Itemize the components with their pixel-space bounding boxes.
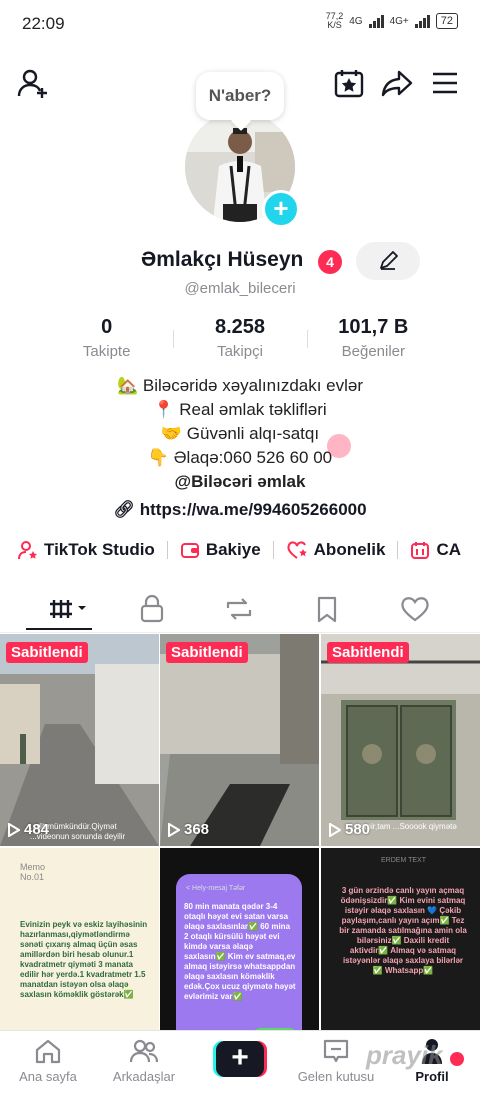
link-icon: 🔗︎ [113, 500, 140, 519]
bio-line: 👇 Əlaqə:060 526 60 00 [147, 448, 333, 467]
heart-star-icon [287, 541, 307, 559]
tab-liked[interactable] [395, 594, 435, 624]
video-thumbnail[interactable]: Memo No.01 Evinizin peyk və eskiz layihə… [0, 848, 159, 1060]
active-tab-indicator [26, 628, 92, 630]
network-type-1: 4G [349, 15, 363, 27]
tool-ca[interactable]: CA [410, 540, 461, 560]
stat-followers[interactable]: 8.258 Takipçi [173, 316, 306, 360]
profile-bio: 🏡 Biləcəridə xəyalınızdakı evlər 📍 Real … [0, 374, 480, 494]
tool-abonelik[interactable]: Abonelik [286, 540, 385, 560]
bio-line: 📍 Real əmlak təklifləri [153, 400, 327, 419]
video-thumbnail[interactable]: ERDEM TEXT 3 gün ərzində canlı yayın açm… [321, 848, 480, 1060]
network-speed: 77,2 K/S [325, 11, 344, 30]
divider [166, 541, 168, 559]
video-note-text: 80 min manata qədər 3-4 otaqlı həyət evi… [184, 902, 296, 1001]
battery-icon: 72 [435, 13, 458, 29]
repost-icon [226, 598, 252, 620]
video-note-header: < Hely-mesaj Təfər [186, 885, 246, 892]
video-note-text: 3 gün ərzində canlı yayın açmaq ödənişsi… [339, 886, 467, 975]
edit-profile-button[interactable] [356, 242, 420, 280]
video-thumbnail[interactable]: < Hely-mesaj Təfər 80 min manata qədər 3… [160, 848, 319, 1060]
add-story-button[interactable]: + [262, 190, 300, 228]
tab-saved[interactable] [307, 594, 347, 624]
view-count: 580 [329, 821, 370, 838]
play-icon [8, 822, 20, 837]
divider [272, 541, 274, 559]
profile-name-row: Əmlakçı Hüseyn 4 [0, 242, 480, 280]
pinned-badge: Sabitlendi [6, 642, 88, 663]
stat-following[interactable]: 0 Takipte [40, 316, 173, 360]
watermark-dot [450, 1052, 464, 1066]
pencil-icon [380, 251, 398, 270]
bio-line: 🤝 Güvənli alqı-satqı [160, 424, 320, 443]
signal-icon-2 [414, 14, 430, 28]
heart-icon [401, 597, 429, 622]
pinned-badge: Sabitlendi [327, 642, 409, 663]
divider [397, 541, 399, 559]
status-indicators: 77,2 K/S 4G 4G+ 72 [326, 12, 458, 30]
notification-badge[interactable]: 4 [318, 250, 342, 274]
watermark: prayik [366, 1040, 443, 1070]
video-thumbnail[interactable]: Sabitlendi ...təmir,tam ...Sooook qiymət… [321, 634, 480, 846]
status-bubble[interactable]: N'aber? [196, 72, 284, 120]
home-icon [35, 1039, 61, 1064]
profile-link[interactable]: 🔗︎ https://wa.me/994605266000 [0, 500, 480, 520]
view-count: 368 [168, 821, 209, 838]
view-count: 484 [8, 821, 49, 838]
status-bar: 22:09 77,2 K/S 4G 4G+ 72 [0, 0, 480, 46]
grid-icon [50, 600, 86, 618]
calendar-icon [411, 542, 430, 559]
wallet-icon [180, 543, 199, 558]
inbox-icon [323, 1039, 349, 1063]
tab-reposts[interactable] [219, 594, 259, 624]
nav-home[interactable]: Ana sayfa [0, 1037, 96, 1084]
nav-friends[interactable]: Arkadaşlar [96, 1037, 192, 1084]
video-grid: Sabitlendi ...dit mümkündür.Qiymət ...vi… [0, 634, 480, 1060]
status-time: 22:09 [22, 14, 65, 33]
video-note-header: ERDEM TEXT [381, 857, 426, 864]
video-note-text: Evinizin peyk və eskiz layihəsinin hazır… [20, 920, 148, 999]
tab-private[interactable] [132, 594, 172, 624]
tab-videos[interactable] [48, 594, 92, 624]
video-note-header: Memo No.01 [20, 862, 46, 882]
video-thumbnail[interactable]: Sabitlendi 368 [160, 634, 319, 846]
person-star-icon [18, 541, 37, 560]
stat-likes[interactable]: 101,7 B Beğeniler [306, 316, 440, 360]
profile-name: Əmlakçı Hüseyn [141, 248, 304, 271]
network-type-2: 4G+ [389, 15, 409, 27]
share-icon[interactable] [380, 66, 414, 100]
profile-stats: 0 Takipte 8.258 Takipçi 101,7 B Beğenile… [40, 316, 440, 360]
video-thumbnail[interactable]: Sabitlendi ...dit mümkündür.Qiymət ...vi… [0, 634, 159, 846]
creator-tools-row: TikTok Studio Bakiye Abonelik CA [18, 540, 480, 560]
tool-bakiye[interactable]: Bakiye [180, 540, 261, 560]
tool-tiktok-studio[interactable]: TikTok Studio [18, 540, 155, 560]
username: @emlak_bileceri [184, 280, 296, 297]
pinned-badge: Sabitlendi [166, 642, 248, 663]
signal-icon [368, 14, 384, 28]
bookmark-icon [317, 596, 337, 623]
play-icon [329, 822, 341, 837]
touch-indicator [327, 434, 351, 458]
profile-tabs [0, 586, 480, 633]
create-button[interactable]: + [213, 1041, 267, 1077]
menu-icon[interactable] [428, 66, 462, 100]
play-icon [168, 822, 180, 837]
friends-icon [129, 1039, 159, 1063]
calendar-star-icon[interactable] [332, 66, 366, 100]
bio-mention[interactable]: @Biləcəri əmlak [0, 470, 480, 494]
bio-line: 🏡 Biləcəridə xəyalınızdakı evlər [116, 376, 364, 395]
plus-icon: + [216, 1041, 264, 1077]
add-friend-icon[interactable] [16, 66, 50, 100]
lock-icon [140, 594, 164, 623]
